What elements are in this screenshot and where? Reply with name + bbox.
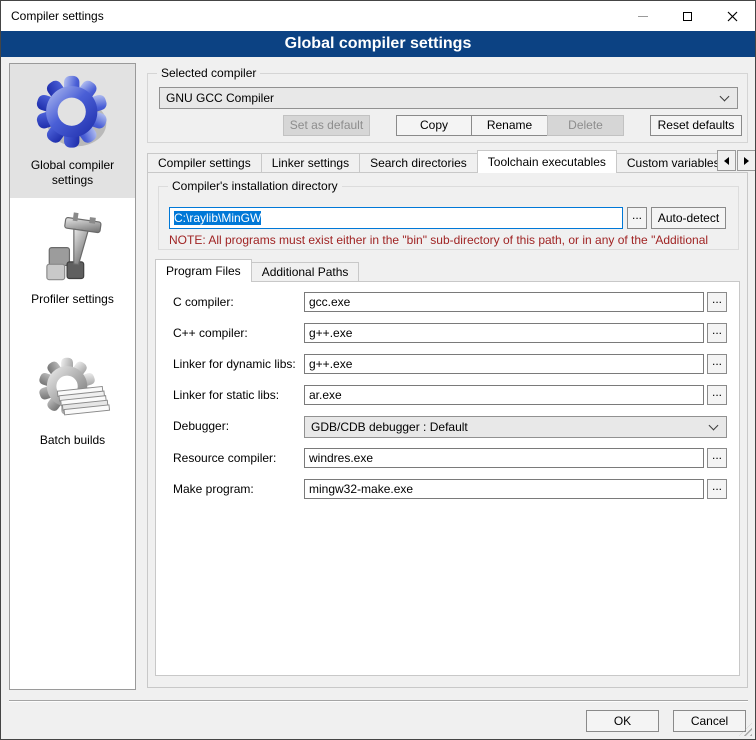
- field-row-linker-dynamic: Linker for dynamic libs: g++.exe ...: [156, 354, 741, 376]
- tab-compiler-settings[interactable]: Compiler settings: [147, 153, 262, 173]
- chevron-down-icon: [720, 92, 730, 102]
- banner-title: Global compiler settings: [1, 31, 755, 57]
- toolchain-executables-page: Compiler's installation directory C:\ray…: [147, 172, 748, 688]
- compiler-settings-dialog: Compiler settings Global compiler settin…: [0, 0, 756, 740]
- installation-directory-group: Compiler's installation directory C:\ray…: [158, 186, 739, 250]
- debugger-dropdown[interactable]: GDB/CDB debugger : Default: [304, 416, 727, 438]
- minimize-button[interactable]: [620, 2, 665, 31]
- tab-linker-settings[interactable]: Linker settings: [261, 153, 360, 173]
- program-files-page: C compiler: gcc.exe ... C++ compiler: g+…: [155, 281, 740, 676]
- blue-gear-icon: [32, 72, 114, 154]
- sidebar-spacer: [10, 317, 135, 345]
- linker-static-label: Linker for static libs:: [173, 388, 279, 402]
- tab-scroll-right-button[interactable]: [737, 150, 756, 171]
- compiler-settings-tabs: Compiler settings Linker settings Search…: [147, 150, 717, 173]
- sidebar-item-label: Batch builds: [14, 433, 131, 448]
- selected-compiler-group: Selected compiler GNU GCC Compiler Set a…: [147, 73, 748, 143]
- window-title: Compiler settings: [1, 9, 620, 23]
- gray-gear-papers-icon: [35, 353, 111, 429]
- sidebar-item-global-compiler-settings[interactable]: Global compiler settings: [10, 64, 135, 198]
- field-row-make-program: Make program: mingw32-make.exe ...: [156, 479, 741, 501]
- footer-divider: [9, 700, 748, 702]
- installation-directory-group-label: Compiler's installation directory: [168, 179, 342, 194]
- close-button[interactable]: [710, 2, 755, 31]
- c-compiler-input[interactable]: gcc.exe: [304, 292, 704, 312]
- c-compiler-browse-button[interactable]: ...: [707, 292, 727, 312]
- tab-search-directories[interactable]: Search directories: [359, 153, 478, 173]
- chevron-down-icon: [709, 421, 719, 431]
- settings-category-list: Global compiler settings Pr: [9, 63, 136, 690]
- debugger-value: GDB/CDB debugger : Default: [311, 420, 468, 434]
- make-program-label: Make program:: [173, 482, 254, 496]
- sidebar-item-profiler-settings[interactable]: Profiler settings: [10, 204, 135, 317]
- field-row-resource-compiler: Resource compiler: windres.exe ...: [156, 448, 741, 470]
- caliper-icon: [35, 212, 111, 288]
- make-program-browse-button[interactable]: ...: [707, 479, 727, 499]
- ok-button[interactable]: OK: [586, 710, 659, 732]
- resource-compiler-label: Resource compiler:: [173, 451, 276, 465]
- titlebar: Compiler settings: [1, 1, 755, 31]
- sidebar-item-label: Profiler settings: [14, 292, 131, 307]
- field-row-debugger: Debugger: GDB/CDB debugger : Default: [156, 416, 741, 438]
- resource-compiler-input[interactable]: windres.exe: [304, 448, 704, 468]
- selected-compiler-dropdown[interactable]: GNU GCC Compiler: [159, 87, 738, 109]
- linker-static-input[interactable]: ar.exe: [304, 385, 704, 405]
- cpp-compiler-label: C++ compiler:: [173, 326, 248, 340]
- linker-static-browse-button[interactable]: ...: [707, 385, 727, 405]
- sidebar-item-label: Global compiler settings: [14, 158, 131, 188]
- arrow-left-icon: [724, 157, 729, 165]
- tab-additional-paths[interactable]: Additional Paths: [251, 262, 360, 282]
- cancel-button[interactable]: Cancel: [673, 710, 746, 732]
- sidebar-item-batch-builds[interactable]: Batch builds: [10, 345, 135, 458]
- linker-dynamic-input[interactable]: g++.exe: [304, 354, 704, 374]
- reset-defaults-button[interactable]: Reset defaults: [650, 115, 742, 136]
- tab-program-files[interactable]: Program Files: [155, 259, 252, 282]
- cpp-compiler-browse-button[interactable]: ...: [707, 323, 727, 343]
- make-program-input[interactable]: mingw32-make.exe: [304, 479, 704, 499]
- linker-dynamic-label: Linker for dynamic libs:: [173, 357, 296, 371]
- installation-directory-input[interactable]: C:\raylib\MinGW: [169, 207, 623, 229]
- installation-note: NOTE: All programs must exist either in …: [169, 233, 737, 247]
- maximize-button[interactable]: [665, 2, 710, 31]
- c-compiler-label: C compiler:: [173, 295, 234, 309]
- tab-toolchain-executables[interactable]: Toolchain executables: [477, 150, 617, 173]
- debugger-label: Debugger:: [173, 419, 229, 433]
- minimize-icon: [638, 16, 648, 17]
- close-icon: [727, 11, 738, 22]
- tab-custom-variables[interactable]: Custom variables: [616, 153, 717, 173]
- cpp-compiler-input[interactable]: g++.exe: [304, 323, 704, 343]
- field-row-cpp-compiler: C++ compiler: g++.exe ...: [156, 323, 741, 345]
- auto-detect-button[interactable]: Auto-detect: [651, 207, 726, 229]
- field-row-linker-static: Linker for static libs: ar.exe ...: [156, 385, 741, 407]
- copy-button[interactable]: Copy: [396, 115, 472, 136]
- arrow-right-icon: [744, 157, 749, 165]
- linker-dynamic-browse-button[interactable]: ...: [707, 354, 727, 374]
- tab-scroll-left-button[interactable]: [717, 150, 736, 171]
- installation-directory-value: C:\raylib\MinGW: [174, 211, 261, 225]
- delete-button[interactable]: Delete: [547, 115, 624, 136]
- maximize-icon: [683, 12, 692, 21]
- field-row-c-compiler: C compiler: gcc.exe ...: [156, 292, 741, 314]
- selected-compiler-value: GNU GCC Compiler: [166, 91, 274, 105]
- set-as-default-button[interactable]: Set as default: [283, 115, 370, 136]
- rename-button[interactable]: Rename: [471, 115, 548, 136]
- resource-compiler-browse-button[interactable]: ...: [707, 448, 727, 468]
- installation-directory-browse-button[interactable]: ...: [627, 207, 647, 229]
- program-files-tabs: Program Files Additional Paths: [155, 259, 358, 282]
- selected-compiler-group-label: Selected compiler: [157, 66, 260, 81]
